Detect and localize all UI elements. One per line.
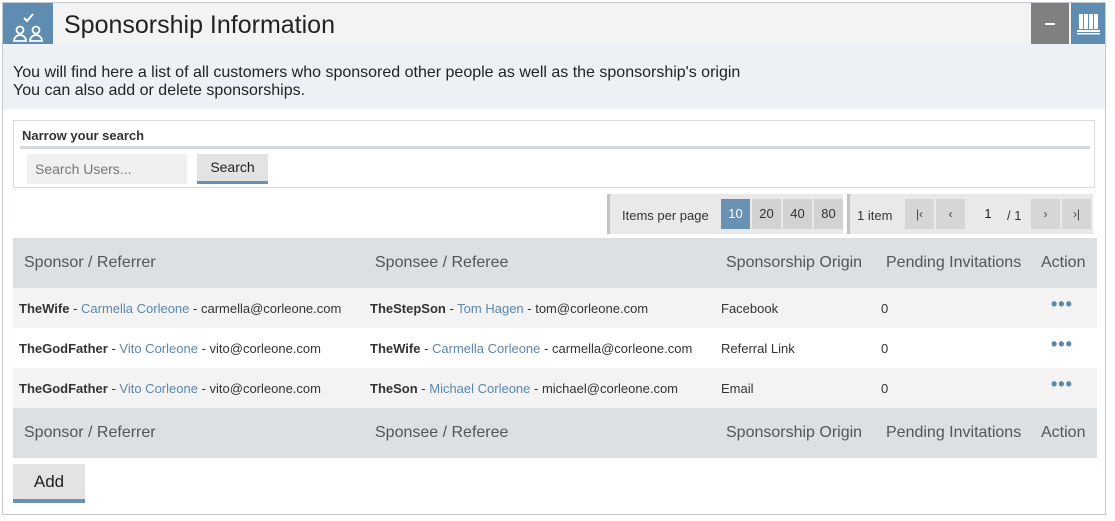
separator: - (197, 381, 210, 396)
table-header: Sponsor / Referrer Sponsee / Referee Spo… (13, 238, 1097, 288)
items-per-page-20[interactable]: 20 (752, 199, 781, 229)
separator: - (69, 301, 82, 316)
sponsor-name-link[interactable]: Carmella Corleone (81, 301, 189, 316)
column-footer-pending[interactable]: Pending Invitations (886, 424, 1021, 442)
separator: - (107, 381, 120, 396)
book-icon (1077, 14, 1100, 35)
items-per-page-label: Items per page (622, 208, 709, 223)
search-title: Narrow your search (22, 128, 145, 143)
sponsee-cell: TheStepSon - Tom Hagen - tom@corleone.co… (370, 301, 648, 316)
sponsee-name-link[interactable]: Michael Corleone (429, 381, 530, 396)
sponsor-username: TheGodFather (19, 341, 108, 356)
column-header-origin[interactable]: Sponsorship Origin (726, 254, 862, 272)
minimize-button[interactable] (1031, 3, 1069, 44)
column-header-action: Action (1041, 254, 1086, 271)
row-actions-menu-icon[interactable]: ••• (1051, 335, 1073, 353)
items-per-page-80[interactable]: 80 (814, 199, 843, 229)
sponsee-name-link[interactable]: Carmella Corleone (432, 341, 540, 356)
first-page-button[interactable]: |‹ (905, 199, 934, 229)
sponsor-cell: TheGodFather - Vito Corleone - vito@corl… (19, 341, 321, 356)
page-title: Sponsorship Information (64, 11, 335, 39)
table-footer: Sponsor / Referrer Sponsee / Referee Spo… (13, 408, 1097, 458)
sponsor-username: TheGodFather (19, 381, 108, 396)
column-header-sponsor[interactable]: Sponsor / Referrer (24, 254, 156, 272)
description: You will find here a list of all custome… (3, 44, 1105, 109)
table-row: TheWife - Carmella Corleone - carmella@c… (13, 288, 1097, 328)
search-button[interactable]: Search (197, 154, 268, 184)
separator: - (523, 301, 536, 316)
separator: - (445, 301, 458, 316)
search-input[interactable] (27, 154, 187, 184)
column-header-pending[interactable]: Pending Invitations (886, 254, 1021, 272)
column-footer-sponsor[interactable]: Sponsor / Referrer (24, 424, 156, 442)
description-line-2: You can also add or delete sponsorships. (13, 82, 306, 99)
next-page-button[interactable]: › (1031, 199, 1060, 229)
current-page-field[interactable]: 1 (970, 199, 1006, 229)
items-per-page-10[interactable]: 10 (721, 199, 750, 229)
documentation-button[interactable] (1071, 3, 1105, 44)
description-line-1: You will find here a list of all custome… (13, 64, 741, 81)
sponsor-email: vito@corleone.com (209, 381, 321, 396)
items-per-page-40[interactable]: 40 (783, 199, 812, 229)
panel-header: Sponsorship Information (3, 3, 1105, 53)
sponsor-cell: TheGodFather - Vito Corleone - vito@corl… (19, 381, 321, 396)
separator: - (540, 341, 552, 356)
sponsee-email: carmella@corleone.com (551, 341, 693, 356)
page-navigation: 1 item |‹ ‹ 1 / 1 › ›| (847, 194, 1093, 234)
separator: - (530, 381, 542, 396)
separator: - (420, 341, 433, 356)
column-header-sponsee[interactable]: Sponsee / Referee (375, 254, 508, 272)
origin-cell: Facebook (721, 301, 779, 316)
separator: - (197, 341, 210, 356)
sponsor-cell: TheWife - Carmella Corleone - carmella@c… (19, 301, 341, 316)
column-footer-sponsee[interactable]: Sponsee / Referee (375, 424, 508, 442)
item-count: 1 item (857, 208, 893, 223)
sponsee-cell: TheSon - Michael Corleone - michael@corl… (370, 381, 678, 396)
table-row: TheGodFather - Vito Corleone - vito@corl… (13, 328, 1097, 368)
sponsee-email: tom@corleone.com (535, 301, 649, 316)
sponsor-name-link[interactable]: Vito Corleone (119, 381, 198, 396)
pending-cell: 0 (881, 341, 889, 356)
sponsor-email: vito@corleone.com (209, 341, 321, 356)
row-actions-menu-icon[interactable]: ••• (1051, 375, 1073, 393)
sponsee-cell: TheWife - Carmella Corleone - carmella@c… (370, 341, 692, 356)
search-panel: Narrow your search Search (13, 120, 1095, 188)
minimize-icon (1045, 23, 1055, 25)
sponsorship-table: Sponsor / Referrer Sponsee / Referee Spo… (13, 238, 1097, 458)
pending-cell: 0 (881, 301, 889, 316)
sponsee-username: TheSon (370, 381, 418, 396)
sponsor-name-link[interactable]: Vito Corleone (119, 341, 198, 356)
sponsor-email: carmella@corleone.com (200, 301, 342, 316)
origin-cell: Email (721, 381, 754, 396)
sponsee-email: michael@corleone.com (541, 381, 678, 396)
separator: - (107, 341, 120, 356)
sponsorship-panel: Sponsorship Information You will find he… (2, 2, 1106, 515)
sponsee-username: TheWife (370, 341, 421, 356)
sponsee-name-link[interactable]: Tom Hagen (457, 301, 523, 316)
column-footer-action: Action (1041, 424, 1086, 441)
total-pages: / 1 (1007, 208, 1022, 223)
last-page-button[interactable]: ›| (1062, 199, 1091, 229)
separator: - (417, 381, 430, 396)
table-row: TheGodFather - Vito Corleone - vito@corl… (13, 368, 1097, 408)
origin-cell: Referral Link (721, 341, 795, 356)
add-sponsorship-button[interactable]: Add (13, 464, 85, 503)
divider (20, 146, 1090, 149)
column-footer-origin[interactable]: Sponsorship Origin (726, 424, 862, 442)
row-actions-menu-icon[interactable]: ••• (1051, 295, 1073, 313)
sponsee-username: TheStepSon (370, 301, 446, 316)
pending-cell: 0 (881, 381, 889, 396)
sponsor-username: TheWife (19, 301, 70, 316)
items-per-page-group: Items per page 10 20 40 80 (607, 194, 843, 234)
separator: - (189, 301, 201, 316)
previous-page-button[interactable]: ‹ (936, 199, 965, 229)
